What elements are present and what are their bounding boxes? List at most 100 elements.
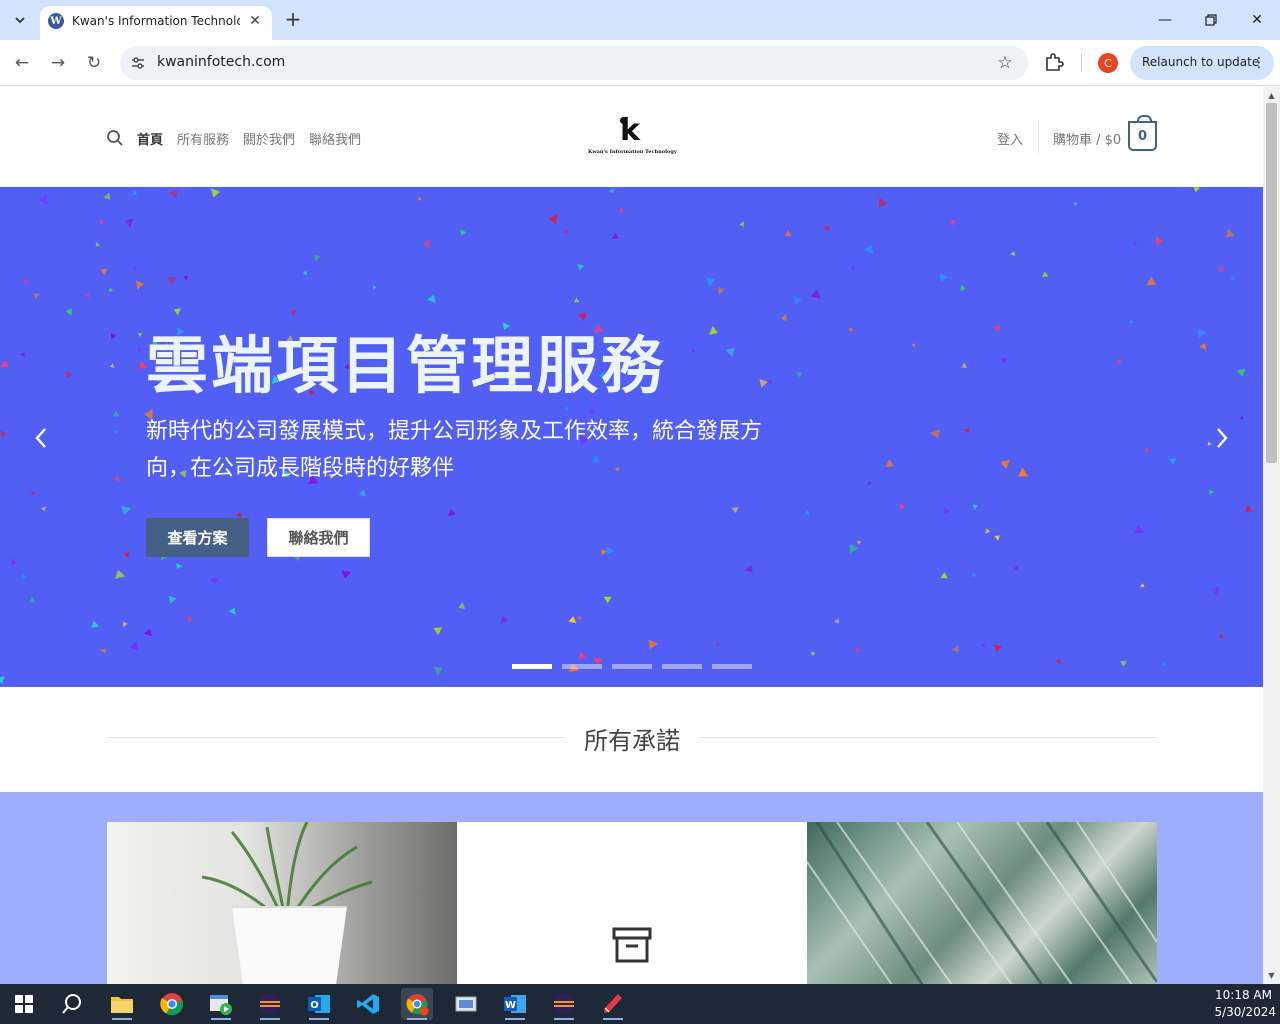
confetti-piece: [1208, 489, 1215, 496]
confetti-piece: [717, 286, 725, 295]
hero-title: 雲端項目管理服務: [146, 329, 667, 402]
confetti-piece: [168, 595, 177, 604]
confetti-piece: [963, 427, 969, 434]
confetti-piece: [1134, 525, 1145, 534]
slide-dot-3[interactable]: [612, 664, 652, 669]
confetti-piece: [30, 491, 36, 497]
browser-tab[interactable]: W Kwan's Information Technology ✕: [40, 6, 272, 40]
eclipse-icon[interactable]: [254, 988, 286, 1020]
page-scrollbar[interactable]: ▲ ▼: [1263, 87, 1280, 984]
confetti-piece: [780, 314, 787, 322]
confetti-piece: [1042, 271, 1049, 278]
nav-home[interactable]: 首頁: [137, 129, 163, 148]
back-icon[interactable]: ←: [8, 49, 36, 77]
confetti-piece: [577, 264, 585, 271]
confetti-piece: [41, 506, 46, 512]
scroll-up-icon[interactable]: ▲: [1263, 89, 1280, 101]
confetti-piece: [427, 294, 436, 303]
address-bar[interactable]: kwaninfotech.com ☆: [120, 46, 1028, 80]
confetti-piece: [994, 535, 1000, 541]
media-player-icon[interactable]: [205, 988, 237, 1020]
confetti-piece: [1000, 459, 1010, 470]
relaunch-button[interactable]: Relaunch to update ⋮: [1130, 46, 1274, 80]
pen-app-icon[interactable]: [597, 988, 629, 1020]
nav-contact[interactable]: 聯絡我們: [309, 129, 361, 148]
slide-dot-5[interactable]: [712, 664, 752, 669]
next-slide-icon[interactable]: [1210, 423, 1234, 453]
confetti-piece: [848, 327, 854, 333]
word-icon[interactable]: W: [499, 988, 531, 1020]
confetti-piece: [767, 379, 773, 384]
search-icon[interactable]: [106, 129, 124, 147]
nav-services[interactable]: 所有服務: [177, 129, 229, 148]
confetti-piece: [20, 352, 25, 357]
restore-icon[interactable]: [1196, 8, 1226, 32]
contact-us-button[interactable]: 聯絡我們: [267, 518, 370, 557]
clock-time[interactable]: 10:18 AM: [1208, 988, 1272, 1002]
vscode-icon[interactable]: [352, 988, 384, 1020]
feature-card[interactable]: [457, 822, 807, 984]
clock-date[interactable]: 5/30/2024: [1208, 1005, 1276, 1019]
view-plans-button[interactable]: 查看方案: [146, 518, 249, 557]
scroll-thumb[interactable]: [1266, 103, 1277, 463]
confetti-piece: [739, 221, 745, 228]
minimize-icon[interactable]: —: [1150, 8, 1180, 32]
confetti-piece: [65, 371, 73, 379]
file-explorer-icon[interactable]: [106, 988, 138, 1020]
confetti-piece: [578, 651, 587, 659]
confetti-piece: [744, 564, 753, 573]
confetti-piece: [1230, 275, 1236, 281]
close-tab-icon[interactable]: ✕: [246, 12, 264, 30]
close-window-icon[interactable]: ✕: [1242, 8, 1272, 32]
confetti-piece: [793, 296, 802, 306]
bookmark-star-icon[interactable]: ☆: [994, 52, 1016, 74]
chrome-icon[interactable]: [156, 988, 188, 1020]
slide-dot-2[interactable]: [562, 664, 602, 669]
confetti-piece: [943, 507, 951, 515]
new-tab-button[interactable]: +: [282, 7, 304, 31]
cart-link[interactable]: 購物車 / $0: [1053, 129, 1121, 148]
chrome-profile-icon[interactable]: [401, 988, 433, 1020]
confetti-piece: [0, 430, 7, 438]
site-settings-icon[interactable]: [130, 55, 146, 71]
forward-icon[interactable]: →: [44, 49, 72, 77]
relaunch-label: Relaunch to update: [1142, 55, 1260, 69]
confetti-piece: [100, 268, 108, 276]
login-link[interactable]: 登入: [997, 129, 1023, 148]
confetti-piece: [65, 308, 72, 316]
confetti-piece: [458, 602, 466, 610]
confetti-piece: [985, 528, 991, 534]
confetti-piece: [930, 429, 940, 439]
slide-dot-1[interactable]: [512, 664, 552, 669]
eclipse-alt-icon[interactable]: [548, 988, 580, 1020]
confetti-piece: [1244, 505, 1253, 513]
confetti-piece: [95, 241, 101, 247]
extensions-icon[interactable]: [1042, 50, 1066, 74]
control-panel-icon[interactable]: [450, 988, 482, 1020]
confetti-piece: [417, 196, 422, 201]
profile-avatar[interactable]: C: [1098, 53, 1118, 73]
windows-start-icon[interactable]: [8, 988, 40, 1020]
tab-search-button[interactable]: [8, 8, 32, 32]
confetti-piece: [1143, 447, 1150, 453]
confetti-piece: [1054, 657, 1062, 664]
outlook-icon[interactable]: O: [303, 988, 335, 1020]
confetti-piece: [911, 342, 916, 347]
section-divider-left: [107, 737, 565, 738]
reload-icon[interactable]: ↻: [80, 49, 108, 77]
slide-dot-4[interactable]: [662, 664, 702, 669]
nav-about[interactable]: 關於我們: [243, 129, 295, 148]
search-taskbar-icon[interactable]: [56, 988, 88, 1020]
url-text[interactable]: kwaninfotech.com: [157, 54, 285, 70]
confetti-piece: [1010, 251, 1015, 256]
confetti-piece: [648, 639, 659, 650]
site-logo[interactable]: k Kwan's Information Technology: [588, 115, 677, 157]
cart-count-badge[interactable]: 0: [1128, 115, 1157, 151]
confetti-piece: [168, 189, 178, 198]
confetti-piece: [1120, 660, 1127, 667]
prev-slide-icon[interactable]: [29, 423, 53, 453]
scroll-down-icon[interactable]: ▼: [1263, 969, 1280, 981]
confetti-piece: [124, 218, 134, 228]
confetti-piece: [1217, 265, 1224, 274]
more-menu-icon[interactable]: ⋮: [1252, 53, 1266, 73]
